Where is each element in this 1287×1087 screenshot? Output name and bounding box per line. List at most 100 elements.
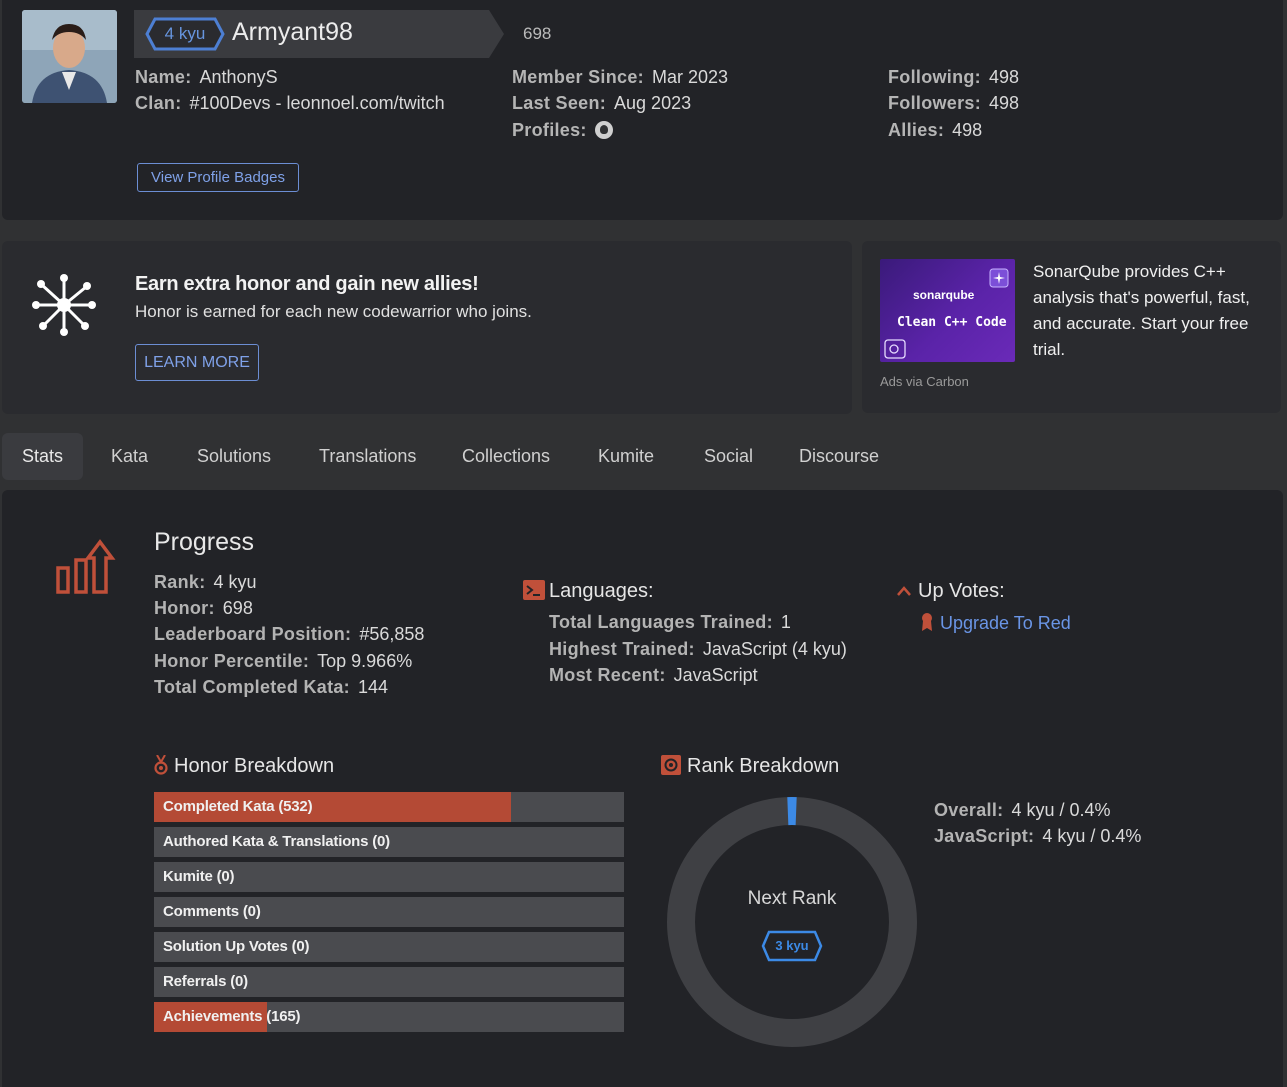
completed-kata-value: 144 bbox=[357, 677, 389, 697]
languages-trained-row: Total Languages Trained: 1 bbox=[549, 612, 791, 633]
ads-via-carbon[interactable]: Ads via Carbon bbox=[880, 374, 969, 389]
completed-kata-row: Total Completed Kata: 144 bbox=[154, 677, 388, 698]
honor-bar-achievements: Achievements (165) bbox=[154, 1002, 624, 1032]
tab-social[interactable]: Social bbox=[684, 433, 773, 480]
overall-rank-label: Overall: bbox=[934, 800, 1004, 820]
rank-badge: 4 kyu bbox=[145, 17, 225, 51]
honor-bar-label: Achievements (165) bbox=[163, 1008, 301, 1025]
upgrade-to-red-link[interactable]: Upgrade To Red bbox=[940, 613, 1071, 633]
ad-logo-icon bbox=[884, 339, 906, 359]
username: Armyant98 bbox=[232, 18, 353, 46]
tab-solutions[interactable]: Solutions bbox=[177, 433, 291, 480]
honor-value: 698 bbox=[222, 598, 253, 618]
honor-bar-label: Authored Kata & Translations (0) bbox=[163, 833, 390, 850]
carbon-ad[interactable]: sonarqube Clean C++ Code SonarQube provi… bbox=[862, 241, 1281, 413]
following-row[interactable]: Following: 498 bbox=[888, 66, 1019, 88]
learn-more-button[interactable]: LEARN MORE bbox=[135, 344, 259, 381]
overall-rank-value: 4 kyu / 0.4% bbox=[1011, 800, 1111, 820]
rank-badge-label: 4 kyu bbox=[164, 24, 206, 43]
profiles-row: Profiles: bbox=[512, 119, 613, 141]
honor-bar-solution-up-votes: Solution Up Votes (0) bbox=[154, 932, 624, 962]
tab-discourse[interactable]: Discourse bbox=[779, 433, 899, 480]
rank-progress-donut bbox=[667, 796, 917, 1047]
stats-panel: Progress Rank: 4 kyu Honor: 698 Leaderboar… bbox=[2, 490, 1283, 1087]
medal-icon bbox=[154, 754, 168, 775]
progress-chart-icon bbox=[54, 538, 124, 603]
followers-value: 498 bbox=[989, 93, 1020, 113]
tab-kumite[interactable]: Kumite bbox=[578, 433, 674, 480]
network-icon bbox=[32, 273, 96, 342]
promo-title: Earn extra honor and gain new allies! bbox=[135, 273, 479, 295]
highest-trained-value: JavaScript (4 kyu) bbox=[702, 639, 847, 659]
most-recent-label: Most Recent: bbox=[549, 665, 666, 685]
last-seen-value: Aug 2023 bbox=[614, 93, 692, 113]
honor-row: Honor: 698 bbox=[154, 598, 253, 619]
rank-row: Rank: 4 kyu bbox=[154, 572, 257, 593]
leaderboard-label: Leaderboard Position: bbox=[154, 624, 352, 644]
tab-translations[interactable]: Translations bbox=[299, 433, 436, 480]
javascript-rank-row: JavaScript: 4 kyu / 0.4% bbox=[934, 826, 1141, 847]
honor-promo: Earn extra honor and gain new allies! Ho… bbox=[2, 241, 852, 414]
honor-bar-authored-kata: Authored Kata & Translations (0) bbox=[154, 827, 624, 857]
next-rank-label: Next Rank bbox=[747, 888, 837, 909]
github-icon[interactable] bbox=[594, 121, 613, 139]
rank-value: 4 kyu bbox=[213, 572, 257, 592]
terminal-icon bbox=[523, 580, 545, 600]
avatar[interactable] bbox=[22, 10, 117, 103]
tab-kata[interactable]: Kata bbox=[91, 433, 168, 480]
honor-bar-label: Kumite (0) bbox=[163, 868, 235, 885]
name-value: AnthonyS bbox=[199, 67, 278, 87]
clan-value: #100Devs - leonnoel.com/twitch bbox=[189, 93, 445, 113]
following-value: 498 bbox=[988, 67, 1020, 87]
rank-breakdown-header: Rank Breakdown bbox=[661, 755, 839, 778]
chevron-up-icon bbox=[897, 586, 911, 596]
ad-image[interactable]: sonarqube Clean C++ Code bbox=[880, 259, 1015, 362]
honor-count: 698 bbox=[523, 24, 552, 43]
leaderboard-row: Leaderboard Position: #56,858 bbox=[154, 624, 424, 645]
languages-title: Languages: bbox=[549, 580, 654, 602]
tab-stats[interactable]: Stats bbox=[2, 433, 84, 480]
ad-sparkle-icon bbox=[989, 268, 1009, 288]
progress-title: Progress bbox=[154, 528, 255, 556]
honor-breakdown-title: Honor Breakdown bbox=[174, 755, 335, 777]
completed-kata-label: Total Completed Kata: bbox=[154, 677, 350, 697]
honor-bar-label: Solution Up Votes (0) bbox=[163, 938, 310, 955]
following-label: Following: bbox=[888, 67, 981, 87]
rank-breakdown-title: Rank Breakdown bbox=[687, 755, 840, 777]
next-rank-badge: 3 kyu bbox=[761, 930, 823, 962]
highest-trained-label: Highest Trained: bbox=[549, 639, 695, 659]
member-since-label: Member Since: bbox=[512, 67, 644, 87]
member-since-value: Mar 2023 bbox=[651, 67, 728, 87]
profile-header: 4 kyu Armyant98 698 Name: AnthonyS Clan: #… bbox=[2, 0, 1283, 220]
member-since-row: Member Since: Mar 2023 bbox=[512, 66, 728, 88]
percentile-row: Honor Percentile: Top 9.966% bbox=[154, 651, 412, 672]
ad-text[interactable]: SonarQube provides C++ analysis that's p… bbox=[1033, 259, 1269, 363]
ribbon-icon bbox=[922, 613, 932, 631]
ad-brand: sonarqube bbox=[913, 288, 975, 302]
ad-image-caption: Clean C++ Code bbox=[897, 315, 1007, 330]
javascript-rank-label: JavaScript: bbox=[934, 826, 1035, 846]
honor-bar-label: Referrals (0) bbox=[163, 973, 248, 990]
view-profile-badges-button[interactable]: View Profile Badges bbox=[137, 163, 299, 192]
followers-row[interactable]: Followers: 498 bbox=[888, 92, 1019, 114]
tab-collections[interactable]: Collections bbox=[442, 433, 570, 480]
honor-bar-comments: Comments (0) bbox=[154, 897, 624, 927]
languages-header: Languages: bbox=[523, 580, 654, 603]
clan-label: Clan: bbox=[135, 93, 182, 113]
honor-bar-referrals: Referrals (0) bbox=[154, 967, 624, 997]
allies-value: 498 bbox=[952, 120, 983, 140]
clan-row: Clan: #100Devs - leonnoel.com/twitch bbox=[135, 92, 445, 114]
percentile-value: Top 9.966% bbox=[317, 651, 413, 671]
most-recent-value: JavaScript bbox=[673, 665, 758, 685]
overall-rank-row: Overall: 4 kyu / 0.4% bbox=[934, 800, 1111, 821]
name-row: Name: AnthonyS bbox=[135, 66, 278, 88]
allies-row[interactable]: Allies: 498 bbox=[888, 119, 982, 141]
highest-trained-row: Highest Trained: JavaScript (4 kyu) bbox=[549, 639, 847, 660]
most-recent-row: Most Recent: JavaScript bbox=[549, 665, 758, 686]
upgrade-row: Upgrade To Red bbox=[920, 612, 1071, 634]
rank-label: Rank: bbox=[154, 572, 206, 592]
percentile-label: Honor Percentile: bbox=[154, 651, 310, 671]
name-label: Name: bbox=[135, 67, 192, 87]
languages-trained-value: 1 bbox=[780, 612, 791, 632]
languages-trained-label: Total Languages Trained: bbox=[549, 612, 773, 632]
